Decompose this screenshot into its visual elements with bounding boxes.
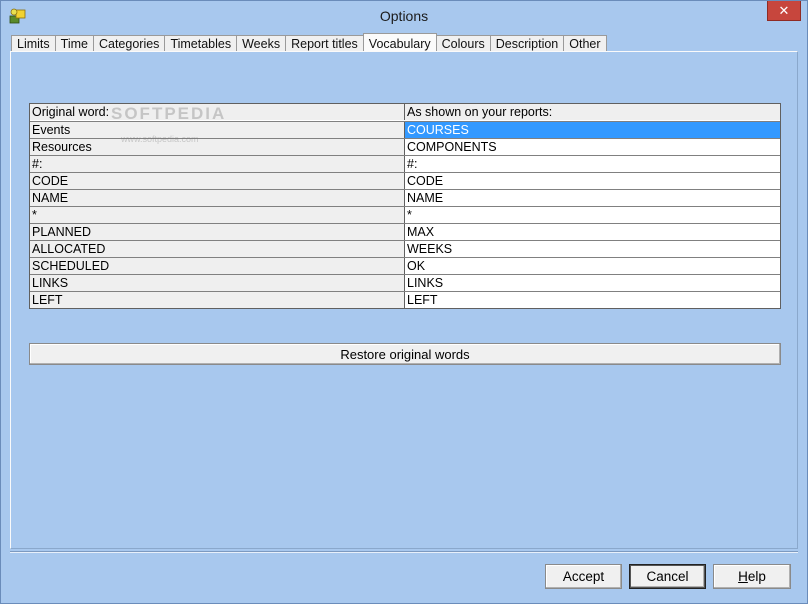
tab-colours[interactable]: Colours xyxy=(436,35,490,52)
help-button[interactable]: Help xyxy=(713,564,791,589)
original-word-cell: Events xyxy=(30,122,405,138)
tab-other[interactable]: Other xyxy=(563,35,607,52)
table-row[interactable]: #: #: xyxy=(30,155,780,172)
tab-categories[interactable]: Categories xyxy=(92,35,165,52)
table-row[interactable]: Events COURSES xyxy=(30,121,780,138)
report-word-cell[interactable]: MAX xyxy=(405,224,780,240)
title-bar: Options ✕ xyxy=(1,1,807,31)
original-word-cell: LEFT xyxy=(30,292,405,308)
report-word-cell[interactable]: #: xyxy=(405,156,780,172)
tab-limits[interactable]: Limits xyxy=(11,35,55,52)
report-word-cell[interactable]: CODE xyxy=(405,173,780,189)
original-word-cell: SCHEDULED xyxy=(30,258,405,274)
report-word-cell[interactable]: LINKS xyxy=(405,275,780,291)
table-row[interactable]: NAME NAME xyxy=(30,189,780,206)
report-word-cell[interactable]: LEFT xyxy=(405,292,780,308)
table-row[interactable]: CODE CODE xyxy=(30,172,780,189)
report-word-cell[interactable]: NAME xyxy=(405,190,780,206)
tab-description[interactable]: Description xyxy=(489,35,564,52)
report-word-cell[interactable]: WEEKS xyxy=(405,241,780,257)
options-window: Options ✕ Limits Time Categories Timetables… xyxy=(0,0,808,604)
original-word-cell: ALLOCATED xyxy=(30,241,405,257)
table-row[interactable]: * * xyxy=(30,206,780,223)
table-row[interactable]: PLANNED MAX xyxy=(30,223,780,240)
restore-original-words-button[interactable]: Restore original words xyxy=(29,343,781,365)
report-word-cell[interactable]: COMPONENTS xyxy=(405,139,780,155)
help-label-rest: elp xyxy=(747,569,766,584)
cancel-button[interactable]: Cancel xyxy=(629,564,706,589)
original-word-cell: Resources xyxy=(30,139,405,155)
original-word-cell: PLANNED xyxy=(30,224,405,240)
report-word-cell[interactable]: COURSES xyxy=(405,122,780,138)
tab-time[interactable]: Time xyxy=(54,35,93,52)
header-shown-on-reports: As shown on your reports: xyxy=(405,104,780,120)
table-row[interactable]: ALLOCATED WEEKS xyxy=(30,240,780,257)
tab-strip: Limits Time Categories Timetables Weeks Repor… xyxy=(11,32,607,53)
tab-weeks[interactable]: Weeks xyxy=(236,35,286,52)
close-button[interactable]: ✕ xyxy=(767,1,801,21)
header-original-word: Original word: xyxy=(30,104,405,120)
table-row[interactable]: LINKS LINKS xyxy=(30,274,780,291)
original-word-cell: NAME xyxy=(30,190,405,206)
original-word-cell: #: xyxy=(30,156,405,172)
report-word-cell[interactable]: * xyxy=(405,207,780,223)
table-row[interactable]: Resources COMPONENTS xyxy=(30,138,780,155)
help-accelerator: H xyxy=(738,569,748,584)
table-row[interactable]: SCHEDULED OK xyxy=(30,257,780,274)
original-word-cell: LINKS xyxy=(30,275,405,291)
table-row[interactable]: LEFT LEFT xyxy=(30,291,780,308)
original-word-cell: * xyxy=(30,207,405,223)
original-word-cell: CODE xyxy=(30,173,405,189)
accept-button[interactable]: Accept xyxy=(545,564,622,589)
report-word-cell[interactable]: OK xyxy=(405,258,780,274)
tab-timetables[interactable]: Timetables xyxy=(164,35,237,52)
vocabulary-grid: Original word: As shown on your reports:… xyxy=(29,103,781,309)
tab-vocabulary[interactable]: Vocabulary xyxy=(362,33,437,53)
close-icon: ✕ xyxy=(778,2,790,18)
window-title: Options xyxy=(379,8,429,24)
tab-report-titles[interactable]: Report titles xyxy=(285,35,363,52)
grid-header-row: Original word: As shown on your reports: xyxy=(30,104,780,121)
bottom-separator xyxy=(10,551,798,553)
